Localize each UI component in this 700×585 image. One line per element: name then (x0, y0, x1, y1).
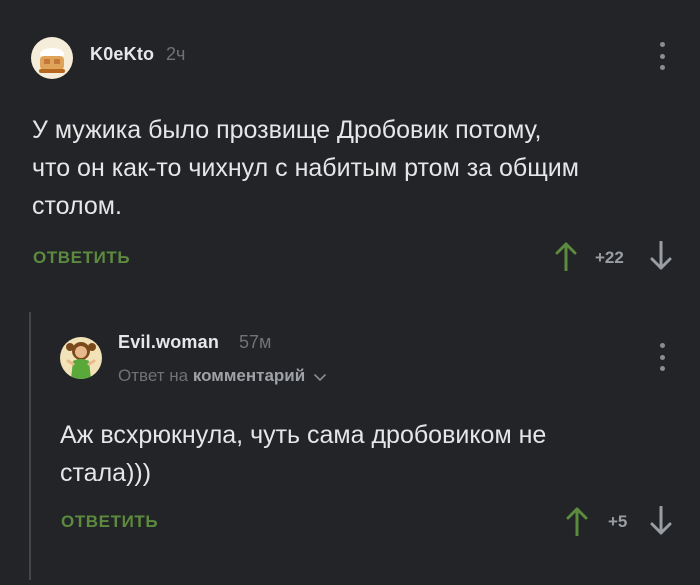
comment-text-line: столом. (32, 192, 122, 220)
reply-to-target[interactable]: комментарий (193, 366, 305, 385)
thread-line[interactable] (29, 312, 31, 580)
rating-value: +5 (608, 512, 628, 531)
comment-author[interactable]: K0eKto (90, 44, 154, 65)
comment-time: 2ч (166, 44, 186, 64)
upvote-arrow-icon[interactable] (566, 506, 588, 536)
reply-to-link[interactable]: Ответ на комментарий (118, 366, 326, 387)
comment-text-line: стала))) (60, 459, 152, 487)
comment-text-line: Аж всхрюкнула, чуть сама дробовиком не (60, 421, 547, 449)
comment-text-line: У мужика было прозвище Дробовик потому, (32, 116, 542, 144)
comment-text-line: что он как-то чихнул с набитым ртом за о… (32, 154, 579, 182)
downvote-arrow-icon[interactable] (650, 506, 672, 536)
chevron-down-icon[interactable] (314, 367, 326, 387)
upvote-arrow-icon[interactable] (555, 241, 577, 271)
avatar-image (31, 37, 73, 79)
comment-time: 57м (239, 332, 272, 352)
reply-to-prefix: Ответ на (118, 366, 189, 385)
more-vertical-icon[interactable] (658, 42, 666, 70)
comment-text: Аж всхрюкнула, чуть сама дробовиком не с… (60, 416, 660, 492)
avatar-image (60, 337, 102, 379)
reply-button[interactable]: ОТВЕТИТЬ (61, 512, 158, 532)
avatar-evil-woman[interactable] (60, 337, 102, 379)
comments-page: K0eKto 2ч У мужика было прозвище Дробови… (0, 0, 700, 585)
comment-text: У мужика было прозвище Дробовик потому, … (32, 111, 672, 225)
rating-value: +22 (595, 248, 624, 267)
reply-button[interactable]: ОТВЕТИТЬ (33, 248, 130, 268)
more-vertical-icon[interactable] (658, 343, 666, 371)
avatar-k0ekto[interactable] (31, 37, 73, 79)
downvote-arrow-icon[interactable] (650, 241, 672, 271)
comment-author[interactable]: Evil.woman (118, 332, 219, 353)
